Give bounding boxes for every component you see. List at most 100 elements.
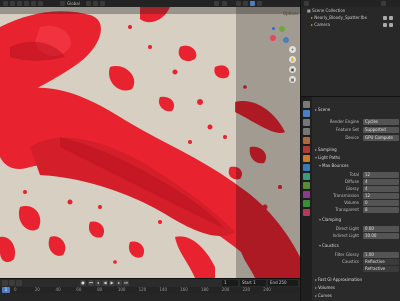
current-frame-field[interactable]: 1 [222,280,238,286]
snap-icon[interactable] [93,1,98,6]
playhead[interactable]: 1 [2,287,10,293]
glossy-bounces-label: Glossy [345,186,359,191]
timeline-tick-label: 220 [242,287,251,292]
outliner-editor-icon[interactable] [304,1,309,6]
view-layer-tab-icon[interactable] [303,128,310,135]
timeline-editor-icon[interactable] [2,280,8,286]
next-keyframe-icon[interactable]: ▸ [116,280,122,286]
direct-light-field[interactable]: 0.00 [363,226,399,232]
indirect-light-field[interactable]: 10.00 [363,233,399,239]
shading-rendered-icon[interactable] [250,1,255,6]
material-tab-icon[interactable] [303,209,310,216]
light-paths-panel-header[interactable]: ▾Light Paths [315,155,340,161]
editor-type-icon[interactable] [3,1,8,6]
gizmo-neg-z[interactable] [272,27,275,30]
shading-material-icon[interactable] [243,1,248,6]
modifier-tab-icon[interactable] [303,164,310,171]
pan-hand-icon[interactable]: ✋ [289,56,296,63]
shading-wireframe-icon[interactable] [257,1,262,6]
transmission-bounces-label: Transmission [333,193,359,198]
transform-orientation-select[interactable]: Global [67,0,80,7]
zoom-icon[interactable]: + [289,46,296,53]
particles-tab-icon[interactable] [303,173,310,180]
volume-bounces-field[interactable]: 0 [363,200,399,206]
object-tab-icon[interactable] [303,155,310,162]
orientation-icon[interactable] [60,1,65,6]
visibility-eye-icon[interactable] [383,23,387,27]
select-menu-icon[interactable] [17,1,22,6]
timeline-tick-label: 240 [263,287,271,292]
volumes-panel-header[interactable]: ▸Volumes [315,285,335,291]
overlay-icon[interactable] [214,1,219,6]
fast-gi-panel-header[interactable]: ▸Fast GI Approximation [315,277,362,283]
play-icon[interactable]: ▶ [109,280,115,286]
timeline-ruler[interactable]: 0 20 40 60 80 100 120 140 160 180 200 220 240 [0,287,300,293]
gizmo-x-axis[interactable] [270,35,276,41]
scene-tab-icon[interactable] [303,137,310,144]
xray-icon[interactable] [222,1,227,6]
clamping-label: Clamping [322,217,341,222]
curves-panel-header[interactable]: ▸Curves [315,293,332,299]
end-frame-field[interactable]: End 250 [268,280,298,286]
start-frame-field[interactable]: Start 1 [240,280,266,286]
gizmo-z-axis[interactable] [283,37,289,43]
clamping-subpanel-header[interactable]: ▾Clamping [319,217,341,223]
sampling-panel-header[interactable]: ▸Sampling [315,147,337,153]
outliner-item-label: Nearly_Bloody_Spatter.fbx [314,15,367,20]
transparent-bounces-field[interactable]: 8 [363,207,399,213]
outliner-scene-collection[interactable]: ▦ Scene Collection [307,8,345,14]
view-menu-icon[interactable] [10,1,15,6]
device-select[interactable]: GPU Compute [363,135,399,141]
timeline-tick-label: 100 [117,287,126,292]
timeline-controls: ● ⏮ ◂ ◀ ▶ ▸ ⏭ 1 Start 1 End 250 [0,279,300,287]
filter-glossy-field[interactable]: 1.00 [363,252,399,258]
object-menu-icon[interactable] [31,1,36,6]
shading-solid-icon[interactable] [236,1,241,6]
add-menu-icon[interactable] [24,1,29,6]
prev-keyframe-icon[interactable]: ◂ [95,280,101,286]
max-bounces-subpanel-header[interactable]: ▾Max Bounces [319,163,349,169]
total-bounces-field[interactable]: 12 [363,172,399,178]
output-tab-icon[interactable] [303,119,310,126]
render-tab-icon[interactable] [303,110,310,117]
reflective-caustics-checkbox[interactable]: Reflective [363,259,399,265]
feature-set-select[interactable]: Supported [363,127,399,133]
render-camera-icon[interactable] [389,23,393,27]
filter-icon[interactable] [381,1,386,6]
glossy-bounces-field[interactable]: 4 [363,186,399,192]
outliner-item-camera[interactable]: ▸ Camera [311,22,330,28]
mode-icon[interactable] [38,1,43,6]
perspective-toggle-icon[interactable]: ▦ [289,76,296,83]
timeline-tick-label: 140 [159,287,168,292]
data-tab-icon[interactable] [303,200,310,207]
options-label[interactable]: Options [283,10,298,17]
play-reverse-icon[interactable]: ◀ [102,280,108,286]
3d-viewport[interactable]: + ✋ ▣ ▦ Options [0,7,300,278]
playback-menu-icon[interactable] [9,280,15,286]
outliner-item-fbx[interactable]: ▸ Nearly_Bloody_Spatter.fbx [311,15,367,21]
physics-tab-icon[interactable] [303,182,310,189]
render-engine-label: Render Engine [329,119,359,124]
world-tab-icon[interactable] [303,146,310,153]
record-icon[interactable]: ● [80,280,86,286]
transmission-bounces-field[interactable]: 12 [363,193,399,199]
visibility-eye-icon[interactable] [383,16,387,20]
filter-glossy-label: Filter Glossy [334,252,359,257]
keying-menu-icon[interactable] [16,280,22,286]
pivot-icon[interactable] [86,1,91,6]
curves-label: Curves [318,293,332,298]
diffuse-bounces-field[interactable]: 4 [363,179,399,185]
jump-start-icon[interactable]: ⏮ [88,280,94,286]
caustics-subpanel-header[interactable]: ▾Caustics [319,243,339,249]
constraints-tab-icon[interactable] [303,191,310,198]
outliner-header [301,0,400,7]
refractive-caustics-checkbox[interactable]: Refractive [363,266,399,272]
light-paths-label: Light Paths [318,155,341,160]
camera-view-icon[interactable]: ▣ [289,66,296,73]
tool-tab-icon[interactable] [303,101,310,108]
render-camera-icon[interactable] [389,16,393,20]
jump-end-icon[interactable]: ⏭ [123,280,129,286]
gizmo-y-axis[interactable] [279,26,285,32]
render-engine-select[interactable]: Cycles [363,119,399,125]
proportional-edit-icon[interactable] [100,1,105,6]
